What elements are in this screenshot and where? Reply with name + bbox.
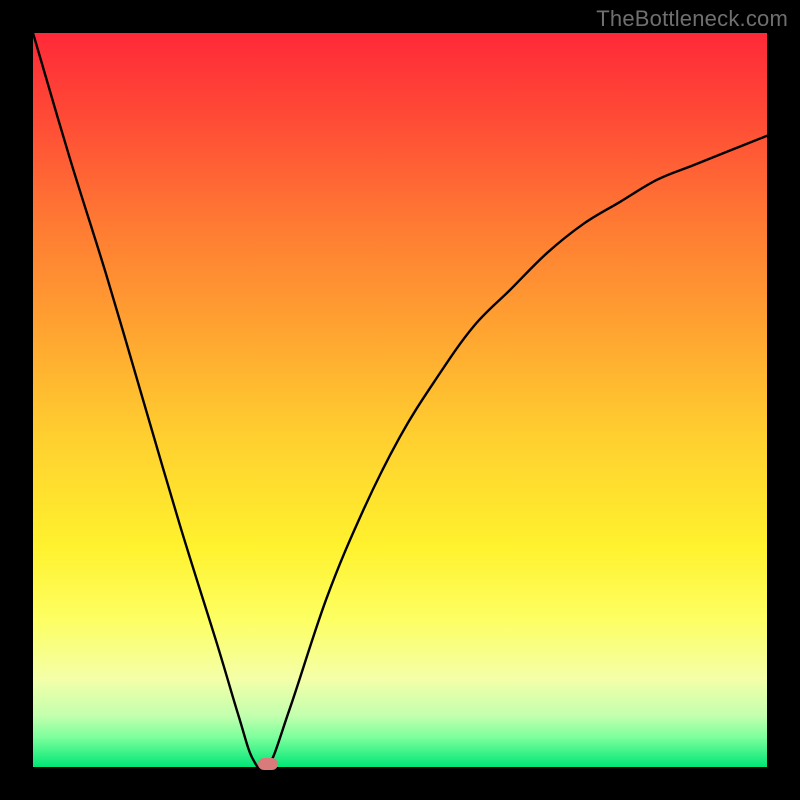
chart-plot-area [33, 33, 767, 767]
bottleneck-curve [33, 33, 767, 767]
curve-path [33, 33, 767, 771]
optimal-point-marker [258, 758, 278, 770]
watermark-text: TheBottleneck.com [596, 6, 788, 32]
